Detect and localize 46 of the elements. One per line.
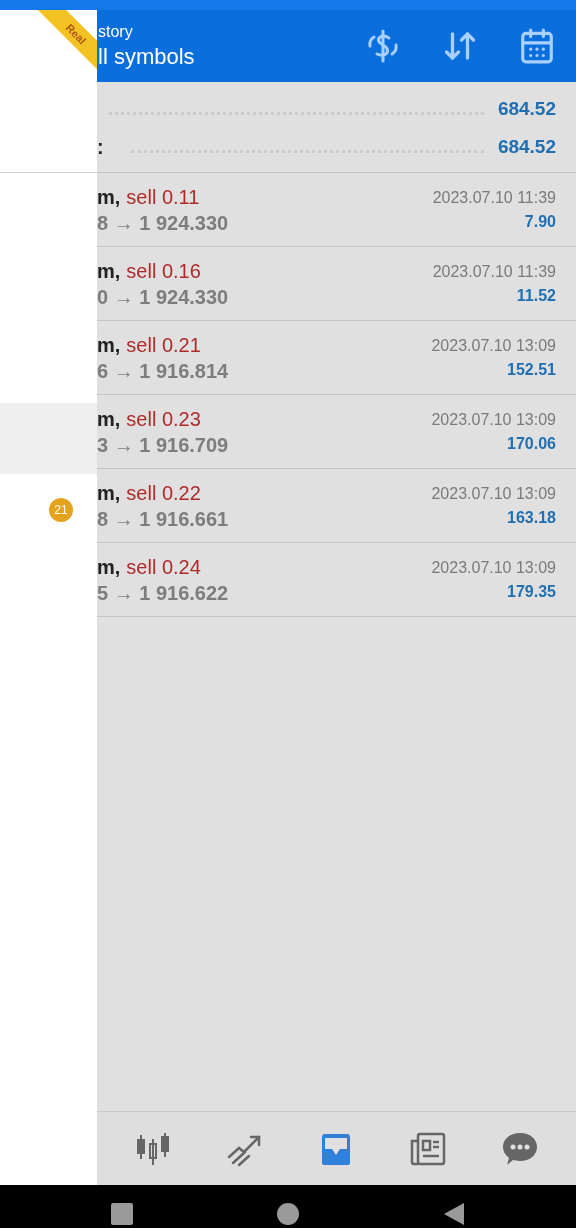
deal-row[interactable]: m, sell 0.21 6 → 1 916.814 2023.07.10 13:09 152.51 [97, 321, 576, 395]
deal-row[interactable]: m, sell 0.24 5 → 1 916.622 2023.07.10 13:09 179.35 [97, 543, 576, 617]
deal-profit: 170.06 [507, 435, 556, 452]
deal-prices: 3 → 1 916.709 [97, 434, 230, 455]
deal-profit: 152.51 [507, 361, 556, 378]
deal-time: 2023.07.10 13:09 [431, 411, 556, 428]
deal-time: 2023.07.10 11:39 [432, 263, 556, 280]
home-icon[interactable] [276, 1202, 300, 1226]
deal-symbol: m, [97, 408, 121, 429]
header-subtitle: ll symbols [98, 46, 196, 68]
deal-profit: 7.90 [524, 213, 556, 230]
recents-icon[interactable] [110, 1202, 134, 1226]
deal-side: sell 0.23 [126, 408, 201, 429]
deal-profit: 163.18 [507, 509, 556, 526]
deal-side: sell 0.21 [126, 334, 201, 355]
deal-row[interactable]: m, sell 0.11 8 → 1 924.330 2023.07.10 11:39 7.90 [97, 173, 576, 247]
deal-prices: 5 → 1 916.622 [97, 582, 230, 603]
deal-time: 2023.07.10 13:09 [431, 559, 556, 576]
deal-row[interactable]: m, sell 0.23 3 → 1 916.709 2023.07.10 13:09 170.06 [97, 395, 576, 469]
deal-time: 2023.07.10 13:09 [431, 337, 556, 354]
deal-side: sell 0.11 [126, 186, 200, 207]
deal-symbol: m, [97, 334, 121, 355]
deal-row[interactable]: m, sell 0.22 8 → 1 916.661 2023.07.10 13:09 163.18 [97, 469, 576, 543]
deal-time: 2023.07.10 13:09 [431, 485, 556, 502]
deal-side: sell 0.16 [126, 260, 201, 281]
count-badge: 21 [49, 497, 73, 522]
deal-side: sell 0.24 [126, 556, 201, 577]
summary-label: : [97, 135, 105, 160]
deal-prices: 8 → 1 916.661 [97, 508, 230, 529]
deal-prices: 6 → 1 916.814 [97, 360, 230, 381]
back-icon[interactable] [442, 1202, 466, 1226]
deal-prices: 0 → 1 924.330 [97, 286, 230, 307]
summary-value: 684.52 [497, 96, 556, 121]
deal-side: sell 0.22 [126, 482, 201, 503]
deal-symbol: m, [97, 482, 121, 503]
deal-profit: 11.52 [516, 287, 556, 304]
summary-value: 684.52 [497, 134, 556, 159]
deal-profit: 179.35 [507, 583, 556, 600]
deal-symbol: m, [97, 556, 121, 577]
deal-symbol: m, [97, 186, 121, 207]
calendar-icon[interactable] [518, 27, 556, 65]
deal-prices: 8 → 1 924.330 [97, 212, 230, 233]
deal-time: 2023.07.10 11:39 [432, 189, 556, 206]
header-title: story [98, 24, 134, 40]
deal-symbol: m, [97, 260, 121, 281]
deal-row[interactable]: m, sell 0.16 0 → 1 924.330 2023.07.10 11:39 11.52 [97, 247, 576, 321]
